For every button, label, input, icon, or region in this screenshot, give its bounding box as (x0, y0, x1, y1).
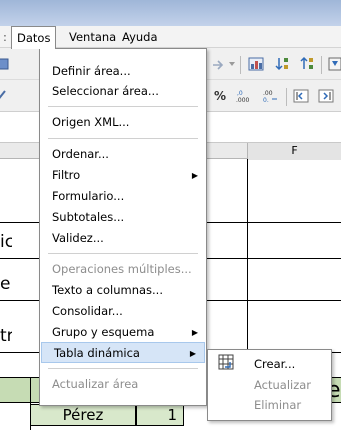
grid-line (247, 159, 248, 378)
svg-text:,0: ,0 (237, 90, 243, 97)
menu-item-actualizar-area: Actualizar área (52, 377, 139, 391)
menu-item-operaciones-multiples: Operaciones múltiples... (52, 262, 192, 276)
submenu-item-eliminar: Eliminar (254, 398, 302, 412)
format-icon-partial[interactable] (0, 85, 8, 107)
cell-text-clipped: ic (0, 232, 12, 252)
add-decimal-icon[interactable]: ,0.000 (233, 85, 257, 107)
menu-separator (48, 253, 198, 254)
submenu-arrow-icon: ▶ (191, 171, 198, 180)
svg-text:.000: .000 (236, 97, 250, 104)
menu-item-ordenar[interactable]: Ordenar... (40, 144, 206, 165)
submenu-arrow-icon: ▶ (191, 328, 198, 337)
decrease-indent-icon[interactable] (290, 85, 312, 107)
menu-separator (48, 106, 198, 107)
menu-item-grupo-y-esquema[interactable]: Grupo y esquema ▶ (40, 322, 206, 343)
toolbar-icon-partial[interactable] (0, 53, 10, 75)
menu-item-consolidar[interactable]: Consolidar... (40, 301, 206, 322)
toolbar-separator (240, 56, 241, 74)
menu-item-origen-xml[interactable]: Origen XML... (40, 112, 206, 133)
menu-item-tabla-dinamica[interactable]: Tabla dinámica ▶ (41, 342, 205, 363)
pivot-table-icon (218, 354, 234, 370)
column-header-f[interactable]: F (247, 143, 341, 160)
cell-value[interactable]: 1 (136, 404, 184, 426)
menu-item-seleccionar-area[interactable]: Seleccionar área... (40, 81, 206, 102)
pivot-table-submenu: Crear... Actualizar Eliminar (207, 349, 332, 421)
sort-descending-icon[interactable] (296, 53, 318, 75)
menu-separator (48, 368, 198, 369)
toolbar-separator (286, 88, 287, 106)
menu-separator (48, 138, 198, 139)
menubar-separator: : (3, 30, 7, 44)
percent-format-icon[interactable]: % (209, 85, 231, 107)
redo-dropdown-icon[interactable] (227, 53, 237, 75)
submenu-item-actualizar: Actualizar (254, 378, 312, 392)
autofilter-icon[interactable] (326, 53, 341, 75)
menu-datos[interactable]: Datos (11, 26, 57, 49)
menu-item-validez[interactable]: Validez... (40, 228, 206, 249)
svg-text:0.: 0. (263, 97, 269, 104)
toolbar-separator (321, 56, 322, 74)
menu-item-definir-area[interactable]: Definir área... (40, 61, 206, 82)
submenu-item-crear[interactable]: Crear... (254, 355, 295, 373)
chart-icon[interactable] (245, 53, 267, 75)
window-titlebar (0, 0, 341, 26)
menu-ventana[interactable]: Ventana (64, 26, 121, 48)
menu-item-texto-a-columnas[interactable]: Texto a columnas... (40, 280, 206, 301)
menu-item-formulario[interactable]: Formulario... (40, 186, 206, 207)
grid-line (30, 378, 31, 430)
cell-text-clipped: tr (0, 326, 12, 346)
svg-text:.00: .00 (263, 90, 273, 97)
menu-bar: : Datos Ventana Ayuda (0, 26, 341, 49)
sort-ascending-icon[interactable] (271, 53, 293, 75)
submenu-arrow-icon: ▶ (189, 349, 196, 358)
redo-icon[interactable] (209, 53, 227, 75)
datos-dropdown-menu: Definir área... Seleccionar área... Orig… (39, 48, 207, 406)
remove-decimal-icon[interactable]: .00 0. (258, 85, 282, 107)
cell-perez[interactable]: Pérez (30, 404, 136, 426)
menu-ayuda[interactable]: Ayuda (117, 26, 163, 48)
increase-indent-icon[interactable] (315, 85, 337, 107)
cell-text-clipped: e (0, 274, 11, 294)
menu-item-filtro[interactable]: Filtro ▶ (40, 165, 206, 186)
menu-item-subtotales[interactable]: Subtotales... (40, 207, 206, 228)
